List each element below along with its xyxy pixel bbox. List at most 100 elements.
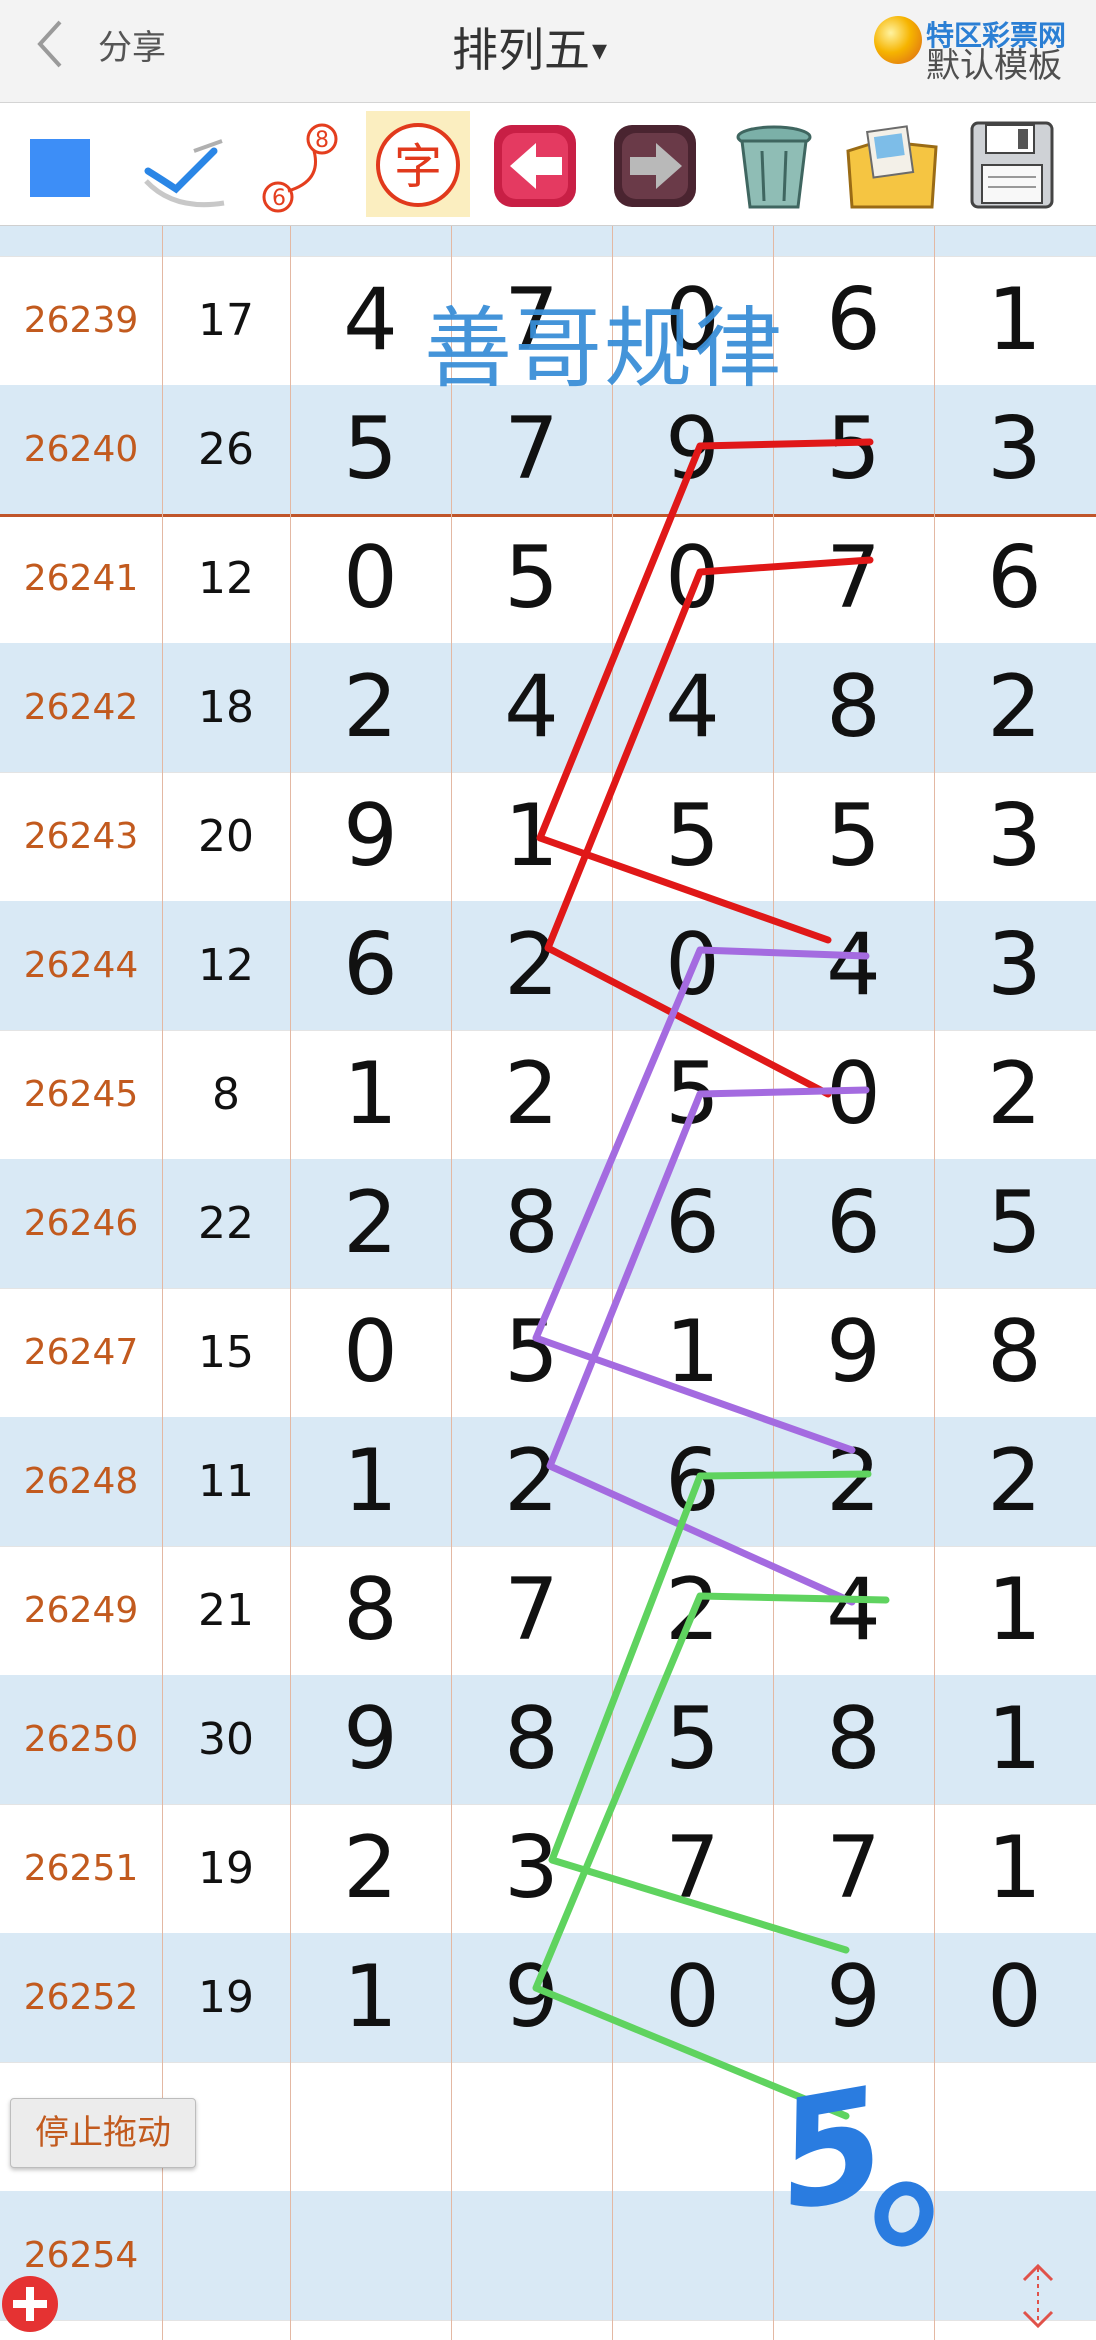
result-digit: 6 — [826, 1173, 881, 1273]
dropdown-caret-icon: ▾ — [592, 33, 608, 68]
digit-sum: 11 — [198, 1456, 254, 1507]
back-share-label[interactable]: 分享 — [98, 20, 166, 69]
issue-number: 26248 — [23, 1461, 139, 1502]
issue-number: 26252 — [23, 1977, 139, 2018]
result-digit: 4 — [665, 657, 720, 757]
line-6-8-icon: 6 8 — [262, 123, 338, 213]
digit-sum: 19 — [198, 1972, 254, 2023]
result-digit — [934, 2062, 1095, 2191]
stop-drag-button[interactable]: 停止拖动 — [10, 2098, 196, 2168]
color-picker-button[interactable] — [12, 111, 116, 217]
result-digit: 3 — [987, 399, 1042, 499]
digit-sum: 12 — [198, 940, 254, 991]
issue-number: 26246 — [23, 1203, 139, 1244]
result-digit: 9 — [343, 1689, 398, 1789]
issue-number: 26240 — [23, 429, 139, 470]
text-tool-button[interactable]: 字 — [366, 111, 470, 217]
result-digit: 2 — [987, 1431, 1042, 1531]
result-digit: 7 — [504, 1560, 559, 1660]
result-digit — [612, 2062, 773, 2191]
result-digit: 4 — [826, 1560, 881, 1660]
result-digit: 9 — [504, 1947, 559, 2047]
result-digit: 2 — [343, 657, 398, 757]
result-digit: 0 — [987, 1947, 1042, 2047]
result-digit: 4 — [826, 915, 881, 1015]
digit-sum — [162, 2191, 290, 2320]
table-row: 26244 12 6 2 0 4 3 — [0, 901, 1096, 1031]
result-digit: 5 — [665, 1689, 720, 1789]
issue-number: 26250 — [23, 1719, 139, 1760]
result-digit — [612, 2191, 773, 2320]
result-digit: 2 — [504, 1044, 559, 1144]
digit-sum: 18 — [198, 682, 254, 733]
table-row: 26248 11 1 2 6 2 2 — [0, 1417, 1096, 1547]
result-digit: 8 — [826, 1689, 881, 1789]
issue-number: 26245 — [23, 1074, 139, 1115]
issue-number: 26242 — [23, 687, 139, 728]
digit-sum: 30 — [198, 1714, 254, 1765]
result-digit: 3 — [504, 1818, 559, 1918]
result-digit: 1 — [343, 1947, 398, 2047]
result-digit: 0 — [665, 528, 720, 628]
digit-sum: 12 — [198, 553, 254, 604]
result-digit — [773, 2191, 934, 2320]
result-digit: 0 — [826, 1044, 881, 1144]
result-digit — [934, 2191, 1095, 2320]
blue-square-icon — [30, 139, 90, 197]
pen-tool-button[interactable] — [134, 111, 238, 217]
table-row: 26242 18 2 4 4 8 2 — [0, 643, 1096, 773]
result-digit: 5 — [504, 1302, 559, 1402]
grid-divider — [773, 226, 774, 2340]
result-digit: 1 — [504, 786, 559, 886]
result-digit: 2 — [665, 1560, 720, 1660]
globe-logo-icon — [874, 16, 922, 64]
open-album-button[interactable] — [840, 111, 944, 217]
result-digit: 7 — [665, 1818, 720, 1918]
add-plus-icon[interactable] — [2, 2276, 58, 2332]
clear-trash-button[interactable] — [722, 111, 826, 217]
save-button[interactable] — [960, 111, 1064, 217]
lottery-type-dropdown[interactable]: 排列五▾ — [452, 14, 607, 80]
trash-icon — [736, 125, 812, 209]
digit-sum: 26 — [198, 424, 254, 475]
page-title: 排列五 — [452, 23, 590, 77]
result-digit: 5 — [504, 528, 559, 628]
digit-sum: 22 — [198, 1198, 254, 1249]
issue-number: 26251 — [23, 1848, 139, 1889]
line-tool-button[interactable]: 6 8 — [252, 111, 356, 217]
top-bar: 分享 排列五▾ 默认模板 特区彩票网 — [0, 0, 1096, 103]
table-row: 26246 22 2 8 6 6 5 — [0, 1159, 1096, 1289]
result-digit: 1 — [343, 1044, 398, 1144]
digit-sum: 15 — [198, 1327, 254, 1378]
scroll-arrows-icon[interactable] — [1016, 2258, 1060, 2334]
digit-sum: 8 — [212, 1069, 240, 1120]
save-floppy-icon — [970, 121, 1054, 209]
result-digit: 3 — [987, 786, 1042, 886]
undo-button[interactable] — [484, 111, 588, 217]
svg-text:8: 8 — [315, 128, 329, 153]
result-digit: 2 — [826, 1431, 881, 1531]
table-row: 26241 12 0 5 0 7 6 — [0, 514, 1096, 644]
result-digit: 9 — [826, 1947, 881, 2047]
result-digit: 6 — [826, 270, 881, 370]
result-digit: 2 — [987, 1044, 1042, 1144]
redo-button[interactable] — [604, 111, 708, 217]
result-digit: 8 — [343, 1560, 398, 1660]
result-digit: 1 — [987, 1689, 1042, 1789]
back-chevron-icon[interactable] — [30, 16, 74, 72]
result-digit: 9 — [343, 786, 398, 886]
partial-previous-row — [0, 226, 1096, 257]
result-digit: 2 — [343, 1173, 398, 1273]
digit-sum: 21 — [198, 1585, 254, 1636]
result-digit: 7 — [826, 528, 881, 628]
issue-number: 26241 — [23, 558, 139, 599]
result-digit: 2 — [504, 915, 559, 1015]
result-digit: 4 — [504, 657, 559, 757]
result-digit: 0 — [343, 528, 398, 628]
issue-number: 26239 — [23, 300, 139, 341]
svg-text:6: 6 — [272, 186, 286, 211]
grid-divider — [934, 226, 935, 2340]
result-digit: 7 — [826, 1818, 881, 1918]
result-digit: 6 — [987, 528, 1042, 628]
table-row: 26254 — [0, 2191, 1096, 2321]
